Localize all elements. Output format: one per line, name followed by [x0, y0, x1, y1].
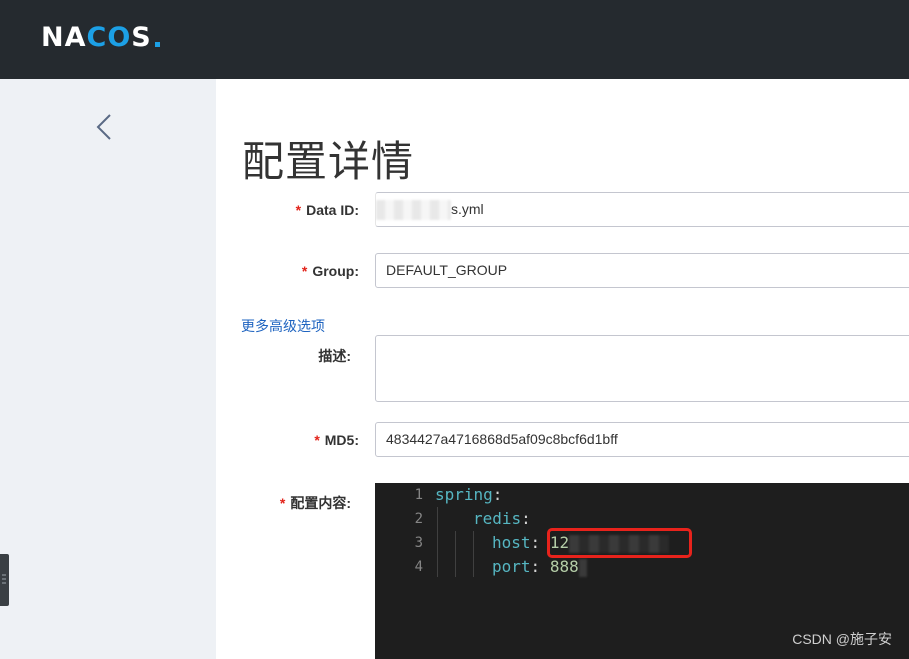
group-input[interactable]: DEFAULT_GROUP — [375, 253, 909, 288]
required-mark: * — [314, 432, 320, 448]
line-number: 2 — [414, 511, 423, 527]
chevron-left-icon — [96, 114, 111, 140]
logo-text: NACOS — [41, 21, 152, 53]
advanced-options-link[interactable]: 更多高级选项 — [241, 316, 325, 336]
data-id-input[interactable]: s.yml — [375, 192, 909, 227]
required-mark: * — [295, 202, 302, 218]
panel-toggle-handle[interactable] — [0, 554, 9, 606]
required-mark: * — [279, 495, 286, 511]
group-label: * Group: — [301, 263, 359, 279]
nacos-logo[interactable]: NACOS — [41, 20, 160, 54]
back-button[interactable] — [90, 107, 118, 147]
code-line: spring: — [435, 485, 503, 504]
watermark: CSDN @施子安 — [792, 631, 892, 647]
side-panel — [0, 79, 216, 659]
top-bar: NACOS — [0, 0, 909, 79]
indent-guide — [473, 531, 474, 577]
md5-input[interactable]: 4834427a4716868d5af09c8bcf6d1bff — [375, 422, 909, 457]
redacted-text — [578, 558, 587, 577]
redacted-text — [376, 200, 451, 221]
indent-guide — [455, 531, 456, 577]
code-line: redis: — [473, 509, 531, 528]
required-mark: * — [301, 263, 308, 279]
content-label: * 配置内容: — [279, 495, 351, 511]
description-label: 描述: — [318, 348, 351, 364]
line-number: 1 — [414, 487, 423, 503]
code-line: port: 888 — [492, 557, 587, 577]
logo-dot — [154, 41, 160, 47]
description-textarea[interactable] — [375, 335, 909, 402]
line-number: 4 — [414, 559, 423, 575]
indent-guide — [437, 507, 438, 577]
line-number: 3 — [414, 535, 423, 551]
annotation-highlight-box — [547, 528, 692, 558]
md5-label: * MD5: — [314, 432, 359, 448]
page-title: 配置详情 — [242, 137, 415, 186]
data-id-label: * Data ID: — [295, 202, 359, 218]
